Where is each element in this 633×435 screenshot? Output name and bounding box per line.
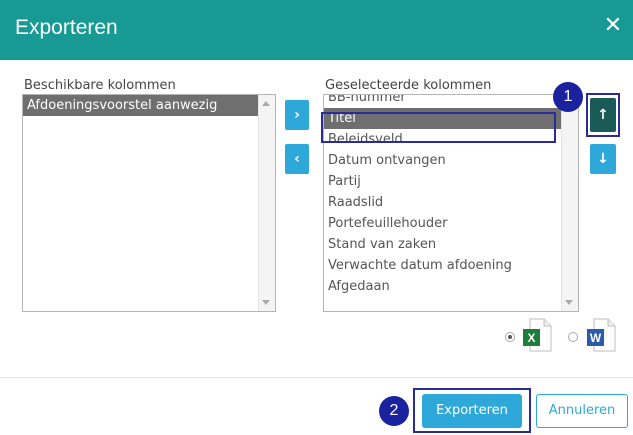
available-columns-label: Beschikbare kolommen (24, 78, 176, 93)
selected-item[interactable]: Verwachte datum afdoening (324, 255, 578, 276)
available-item[interactable]: Afdoeningsvoorstel aanwezig (23, 95, 275, 116)
close-icon[interactable]: ✕ (601, 14, 625, 38)
move-down-button[interactable]: ↓ (590, 144, 616, 174)
selected-scrollbar[interactable] (561, 95, 578, 311)
excel-radio[interactable] (505, 332, 515, 342)
selected-item[interactable]: Portefeuillehouder (324, 213, 578, 234)
selected-item[interactable]: Partij (324, 171, 578, 192)
excel-letter: X (527, 331, 536, 345)
footer-divider (0, 377, 633, 378)
step-2-badge: 2 (379, 396, 409, 426)
dialog-title: Exporteren (15, 16, 118, 39)
scroll-up-icon[interactable] (262, 101, 270, 106)
move-right-button[interactable]: › (285, 100, 309, 130)
dialog-header: Exporteren ✕ (0, 0, 633, 60)
selected-item[interactable]: Datum ontvangen (324, 150, 578, 171)
selected-columns-label: Geselecteerde kolommen (325, 78, 492, 93)
excel-file-icon[interactable]: X (522, 318, 552, 352)
word-file-icon[interactable]: W (586, 318, 616, 352)
scroll-down-icon[interactable] (565, 300, 573, 305)
available-columns-list[interactable]: Afdoeningsvoorstel aanwezig (22, 94, 276, 312)
selected-item[interactable]: Afgedaan (324, 276, 578, 297)
titel-highlight-box (321, 112, 556, 143)
word-radio[interactable] (568, 332, 578, 342)
step-1-badge: 1 (553, 82, 583, 112)
export-dialog: Exporteren ✕ Beschikbare kolommen Afdoen… (0, 0, 633, 435)
word-letter: W (589, 331, 602, 345)
selected-item[interactable]: Stand van zaken (324, 234, 578, 255)
selected-item[interactable]: BB-nummer (324, 95, 578, 108)
move-up-highlight-box (586, 93, 620, 137)
selected-item[interactable]: Raadslid (324, 192, 578, 213)
export-highlight-box (413, 388, 531, 433)
cancel-button[interactable]: Annuleren (536, 394, 628, 428)
available-scrollbar[interactable] (258, 95, 275, 311)
scroll-down-icon[interactable] (262, 300, 270, 305)
move-left-button[interactable]: ‹ (285, 144, 309, 174)
